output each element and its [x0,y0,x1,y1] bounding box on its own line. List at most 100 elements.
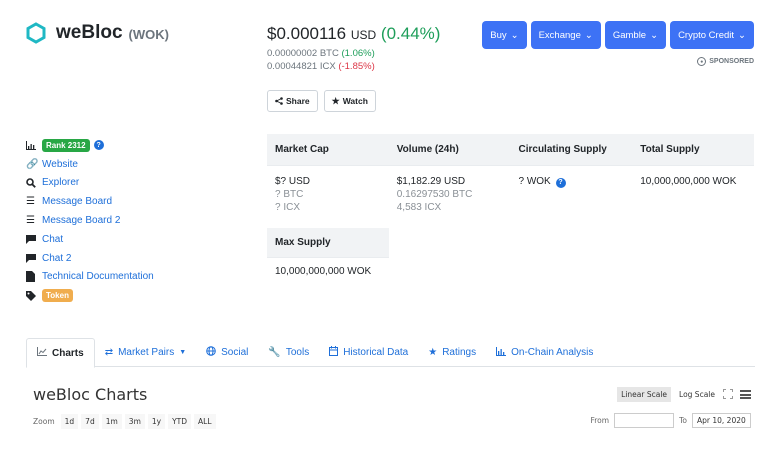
tab-tools[interactable]: 🔧 Tools [258,338,319,367]
tab-social[interactable]: Social [196,338,258,367]
help-icon[interactable]: ? [93,140,104,151]
wrench-icon: 🔧 [268,347,281,358]
tab-charts-label: Charts [52,347,84,359]
stats-table: Market Cap Volume (24h) Circulating Supp… [267,134,754,225]
volume-btc: 0.16297530 BTC [396,189,473,200]
explorer-link-row[interactable]: Explorer [26,174,154,193]
date-range: From To [591,413,751,428]
message-board-2-link[interactable]: Message Board 2 [42,215,120,226]
share-button[interactable]: Share [267,90,318,112]
explorer-link[interactable]: Explorer [42,177,79,188]
price-usd-unit: USD [350,28,377,42]
crypto-credit-button[interactable]: Crypto Credit ⌄ [670,21,754,49]
star-icon: ★ [331,95,340,106]
price-btc-change: (1.06%) [341,48,375,59]
search-icon [26,178,42,188]
hexagon-logo-icon [26,22,46,44]
circulating-supply-value: ? WOK [518,176,551,187]
globe-icon [206,346,216,359]
tab-social-label: Social [221,347,249,358]
tech-doc-link-row[interactable]: Technical Documentation [26,268,154,287]
circulating-supply-header: Circulating Supply [518,144,607,155]
gamble-label: Gamble [612,29,647,41]
zoom-1m-button[interactable]: 1m [101,414,122,429]
help-icon[interactable]: ? [555,177,566,188]
zoom-label: Zoom [33,417,55,426]
price-usd: $0.000116 USD (0.44%) [267,24,440,44]
message-board-link-row[interactable]: ☰ Message Board [26,192,154,211]
buy-button[interactable]: Buy ⌄ [482,21,527,49]
price-usd-value: $0.000116 [267,24,347,43]
exchange-button[interactable]: Exchange ⌄ [530,21,601,49]
token-badge: Token [42,289,73,303]
bar-chart-icon [496,346,507,359]
zoom-controls: Zoom 1d 7d 1m 3m 1y YTD ALL [33,414,216,429]
log-scale-button[interactable]: Log Scale [675,387,719,402]
tab-market-pairs[interactable]: ⇄ Market Pairs ▼ [95,338,196,367]
share-icon [275,97,283,105]
tab-on-chain-analysis-label: On-Chain Analysis [511,347,594,358]
chat-link[interactable]: Chat [42,234,63,245]
price-block: $0.000116 USD (0.44%) 0.00000002 BTC (1.… [267,24,440,73]
price-btc: 0.00000002 BTC (1.06%) [267,47,440,60]
crypto-credit-label: Crypto Credit [678,29,735,41]
market-cap-cell: $? USD ? BTC ? ICX [267,175,389,225]
token-row: Token [26,286,154,305]
sponsored-label: ● SPONSORED [697,57,754,66]
exchange-arrows-icon: ⇄ [104,347,114,358]
coin-logo: weBloc (WOK) [26,22,169,44]
market-cap-header: Market Cap [275,144,329,155]
chat-2-link[interactable]: Chat 2 [42,253,71,264]
tab-charts[interactable]: Charts [26,338,95,368]
chat-2-link-row[interactable]: Chat 2 [26,249,154,268]
buy-label: Buy [490,29,507,41]
to-date-input[interactable] [692,413,751,428]
info-links: Rank 2312 ? 🔗 Website Explorer ☰ Message… [26,136,154,305]
chat-icon [26,234,42,244]
tab-on-chain-analysis[interactable]: On-Chain Analysis [486,338,603,367]
calendar-icon [329,346,339,359]
linear-scale-button[interactable]: Linear Scale [617,387,672,402]
zoom-all-button[interactable]: ALL [194,414,216,429]
watch-label: Watch [342,96,368,106]
fullscreen-icon[interactable] [723,388,733,401]
tab-tools-label: Tools [285,347,310,358]
zoom-1y-button[interactable]: 1y [147,414,166,429]
zoom-7d-button[interactable]: 7d [81,414,99,429]
max-supply-value: 10,000,000,000 WOK [267,257,389,277]
area-chart-icon [37,347,47,359]
from-date-input[interactable] [614,413,675,428]
coin-name: weBloc [56,22,123,43]
zoom-1d-button[interactable]: 1d [60,414,79,429]
tab-ratings-label: Ratings [442,347,477,358]
market-cap-btc: ? BTC [275,189,304,200]
tab-historical-data[interactable]: Historical Data [319,338,418,367]
chevron-down-icon: ⌄ [650,29,659,41]
website-link[interactable]: Website [42,159,78,170]
price-btc-value: 0.00000002 BTC [267,48,339,59]
total-supply-value: 10,000,000,000 WOK [640,176,737,187]
chat-link-row[interactable]: Chat [26,230,154,249]
price-icx: 0.00044821 ICX (-1.85%) [267,60,440,73]
zoom-ytd-button[interactable]: YTD [168,414,192,429]
chart-title: weBloc Charts [33,385,148,404]
stats-header-row: Market Cap Volume (24h) Circulating Supp… [267,134,754,165]
watch-button[interactable]: ★ Watch [323,90,376,112]
gamble-button[interactable]: Gamble ⌄ [604,21,667,49]
scale-controls: Linear Scale Log Scale [617,387,751,402]
hamburger-menu-icon[interactable] [740,390,751,399]
tab-ratings[interactable]: ★ Ratings [418,338,486,367]
sponsored-text: SPONSORED [709,58,754,65]
tech-doc-link[interactable]: Technical Documentation [42,271,154,282]
volume-icx: 4,583 ICX [396,202,442,213]
price-icx-change: (-1.85%) [338,61,375,72]
message-board-2-link-row[interactable]: ☰ Message Board 2 [26,211,154,230]
share-label: Share [286,96,310,106]
website-link-row[interactable]: 🔗 Website [26,155,154,174]
tab-bar: Charts ⇄ Market Pairs ▼ Social 🔧 Tools H… [26,338,755,368]
rank-row: Rank 2312 ? [26,136,154,155]
message-board-link[interactable]: Message Board [42,196,112,207]
exchange-label: Exchange [538,29,581,41]
chevron-down-icon: ⌄ [584,29,593,41]
zoom-3m-button[interactable]: 3m [124,414,145,429]
